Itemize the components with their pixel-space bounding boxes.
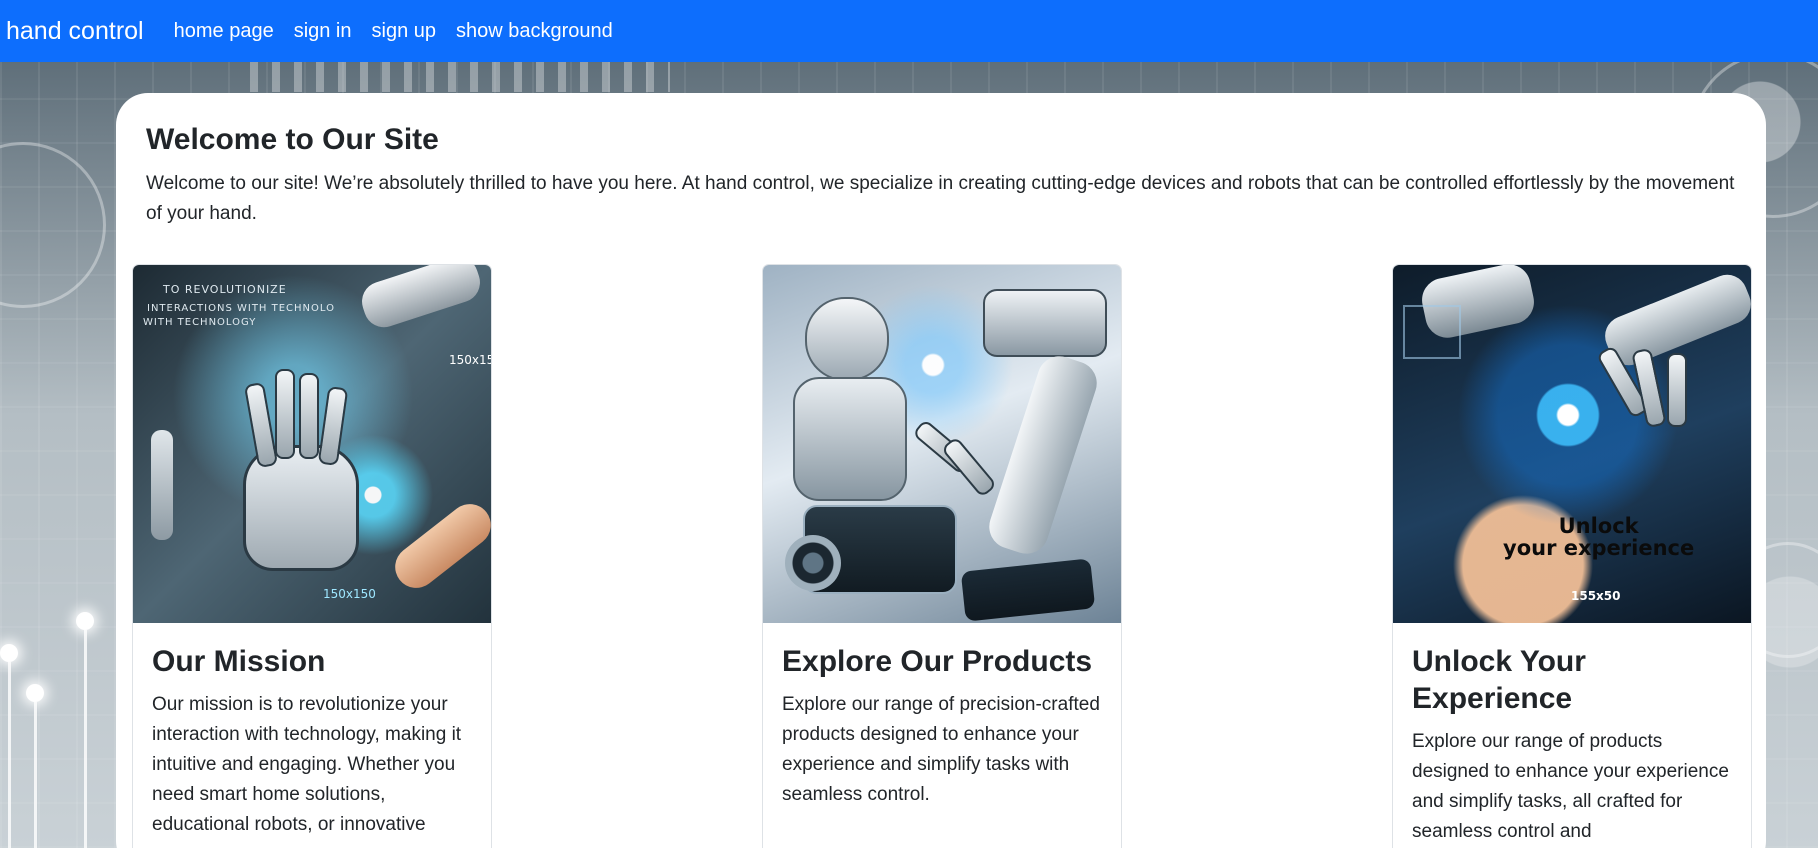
- card-unlock-image: Unlock your experience 155x50: [1393, 265, 1751, 623]
- image-size-label: 150x150: [323, 587, 376, 601]
- background-ring-decoration: [0, 142, 106, 308]
- image-overlay-text: WITH TECHNOLOGY: [143, 317, 257, 328]
- image-size-label: 150x150: [449, 353, 491, 367]
- card-text: Explore our range of products designed t…: [1412, 731, 1729, 842]
- background-light-bulb: [0, 644, 18, 662]
- image-overlay-text: TO REVOLUTIONIZE: [163, 283, 287, 296]
- background-dots-decoration: [250, 62, 670, 92]
- robot-head-icon: [805, 297, 889, 381]
- brand-link[interactable]: hand control: [6, 17, 144, 46]
- image-overlay-text: Unlock your experience: [1503, 514, 1695, 560]
- camera-icon: [983, 289, 1107, 357]
- lens-icon: [785, 535, 841, 591]
- card-products-image: [763, 265, 1121, 623]
- image-size-label: 155x50: [1571, 589, 1621, 603]
- nav-link-home-page[interactable]: home page: [174, 20, 274, 43]
- nav-link-sign-up[interactable]: sign up: [372, 20, 437, 43]
- card-explore-products: Explore Our Products Explore our range o…: [762, 264, 1122, 848]
- background-light-bulb: [76, 612, 94, 630]
- card-body: Unlock Your Experience Explore our range…: [1393, 623, 1751, 848]
- background-light-bulb: [26, 684, 44, 702]
- camera-icon: [356, 265, 486, 333]
- robot-finger: [940, 436, 998, 498]
- background-light-stem: [84, 630, 87, 848]
- card-text: Our mission is to revolutionize your int…: [152, 694, 462, 835]
- navbar: hand control home page sign in sign up s…: [0, 0, 1818, 62]
- human-hand-icon: [386, 495, 491, 597]
- card-title: Unlock Your Experience: [1412, 645, 1586, 715]
- robot-finger: [275, 369, 295, 459]
- card-title: Explore Our Products: [782, 645, 1093, 678]
- robot-arm-icon: [983, 350, 1103, 560]
- card-unlock-experience: Unlock your experience 155x50 Unlock You…: [1392, 264, 1752, 848]
- welcome-title: Welcome to Our Site: [146, 123, 439, 156]
- card-text: Explore our range of precision-crafted p…: [782, 694, 1100, 805]
- nav-link-sign-in[interactable]: sign in: [294, 20, 352, 43]
- robot-finger: [1667, 353, 1687, 427]
- card-mission-image: TO REVOLUTIONIZE INTERACTIONS WITH TECHN…: [133, 265, 491, 623]
- welcome-text: Welcome to our site! We’re absolutely th…: [146, 173, 1735, 224]
- card-body: Explore Our Products Explore our range o…: [763, 623, 1121, 830]
- background-light-stem: [8, 662, 11, 848]
- card-our-mission: TO REVOLUTIONIZE INTERACTIONS WITH TECHN…: [132, 264, 492, 848]
- robot-finger: [299, 373, 319, 459]
- card-title: Our Mission: [152, 645, 326, 678]
- background-light-stem: [34, 702, 37, 848]
- tablet-icon: [960, 558, 1096, 622]
- card-body: Our Mission Our mission is to revolution…: [133, 623, 491, 848]
- nav-link-show-background[interactable]: show background: [456, 20, 613, 43]
- hexagon-decoration: [1403, 305, 1461, 359]
- robot-finger: [243, 381, 279, 469]
- robot-figure-icon: [151, 430, 173, 540]
- image-overlay-text: INTERACTIONS WITH TECHNOLO: [147, 303, 335, 314]
- robot-body-icon: [793, 377, 907, 501]
